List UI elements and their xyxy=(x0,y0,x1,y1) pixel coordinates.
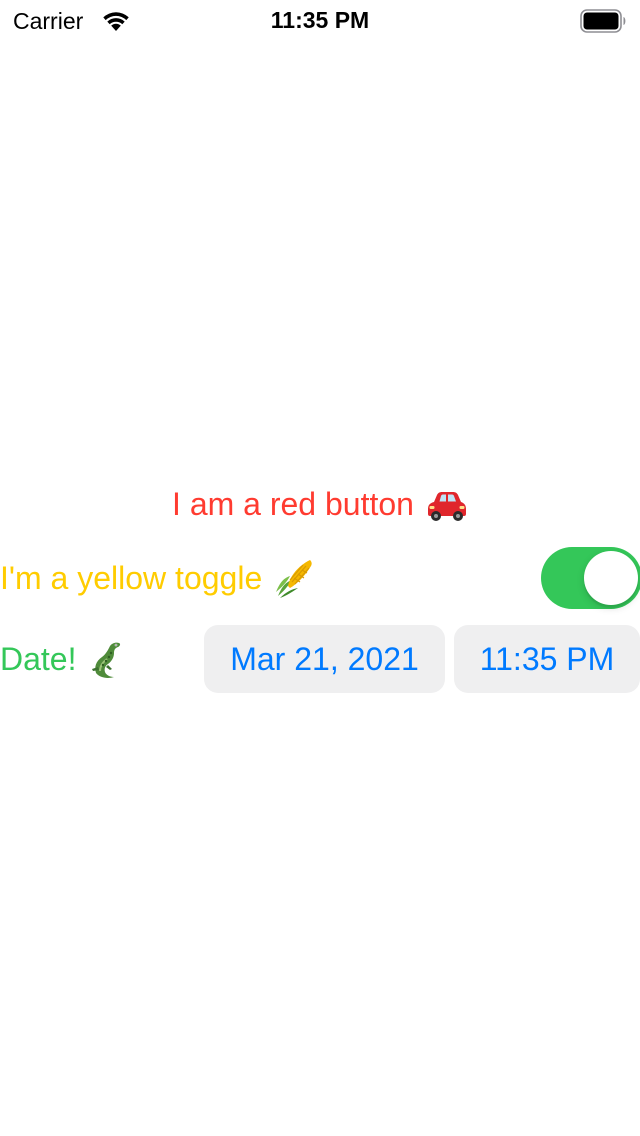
red-button-label: I am a red button xyxy=(172,485,414,522)
red-button[interactable]: I am a red button xyxy=(0,482,640,526)
date-label-group: Date! xyxy=(0,637,130,681)
toggle-label: I'm a yellow toggle xyxy=(0,560,263,596)
battery-full-icon xyxy=(580,9,626,33)
yellow-toggle-switch[interactable] xyxy=(541,547,640,609)
toggle-row: I'm a yellow toggle xyxy=(0,547,640,609)
date-picker-time-button[interactable]: 11:35 PM xyxy=(454,625,640,693)
status-time: 11:35 PM xyxy=(270,7,370,33)
date-label: Date! xyxy=(0,641,77,677)
red-car-icon xyxy=(427,492,466,521)
toggle-knob xyxy=(584,551,638,605)
status-bar: Carrier 11:35 PM xyxy=(0,0,640,42)
date-picker-date-button[interactable]: Mar 21, 2021 xyxy=(204,625,445,693)
crocodile-icon xyxy=(92,642,121,678)
toggle-label-group: I'm a yellow toggle xyxy=(0,556,316,600)
app-screen: Carrier 11:35 PM I am a red button I'm a… xyxy=(0,0,640,1136)
date-row: Date! Mar 21, 2021 11:35 PM xyxy=(0,625,640,693)
corn-icon xyxy=(276,560,312,598)
